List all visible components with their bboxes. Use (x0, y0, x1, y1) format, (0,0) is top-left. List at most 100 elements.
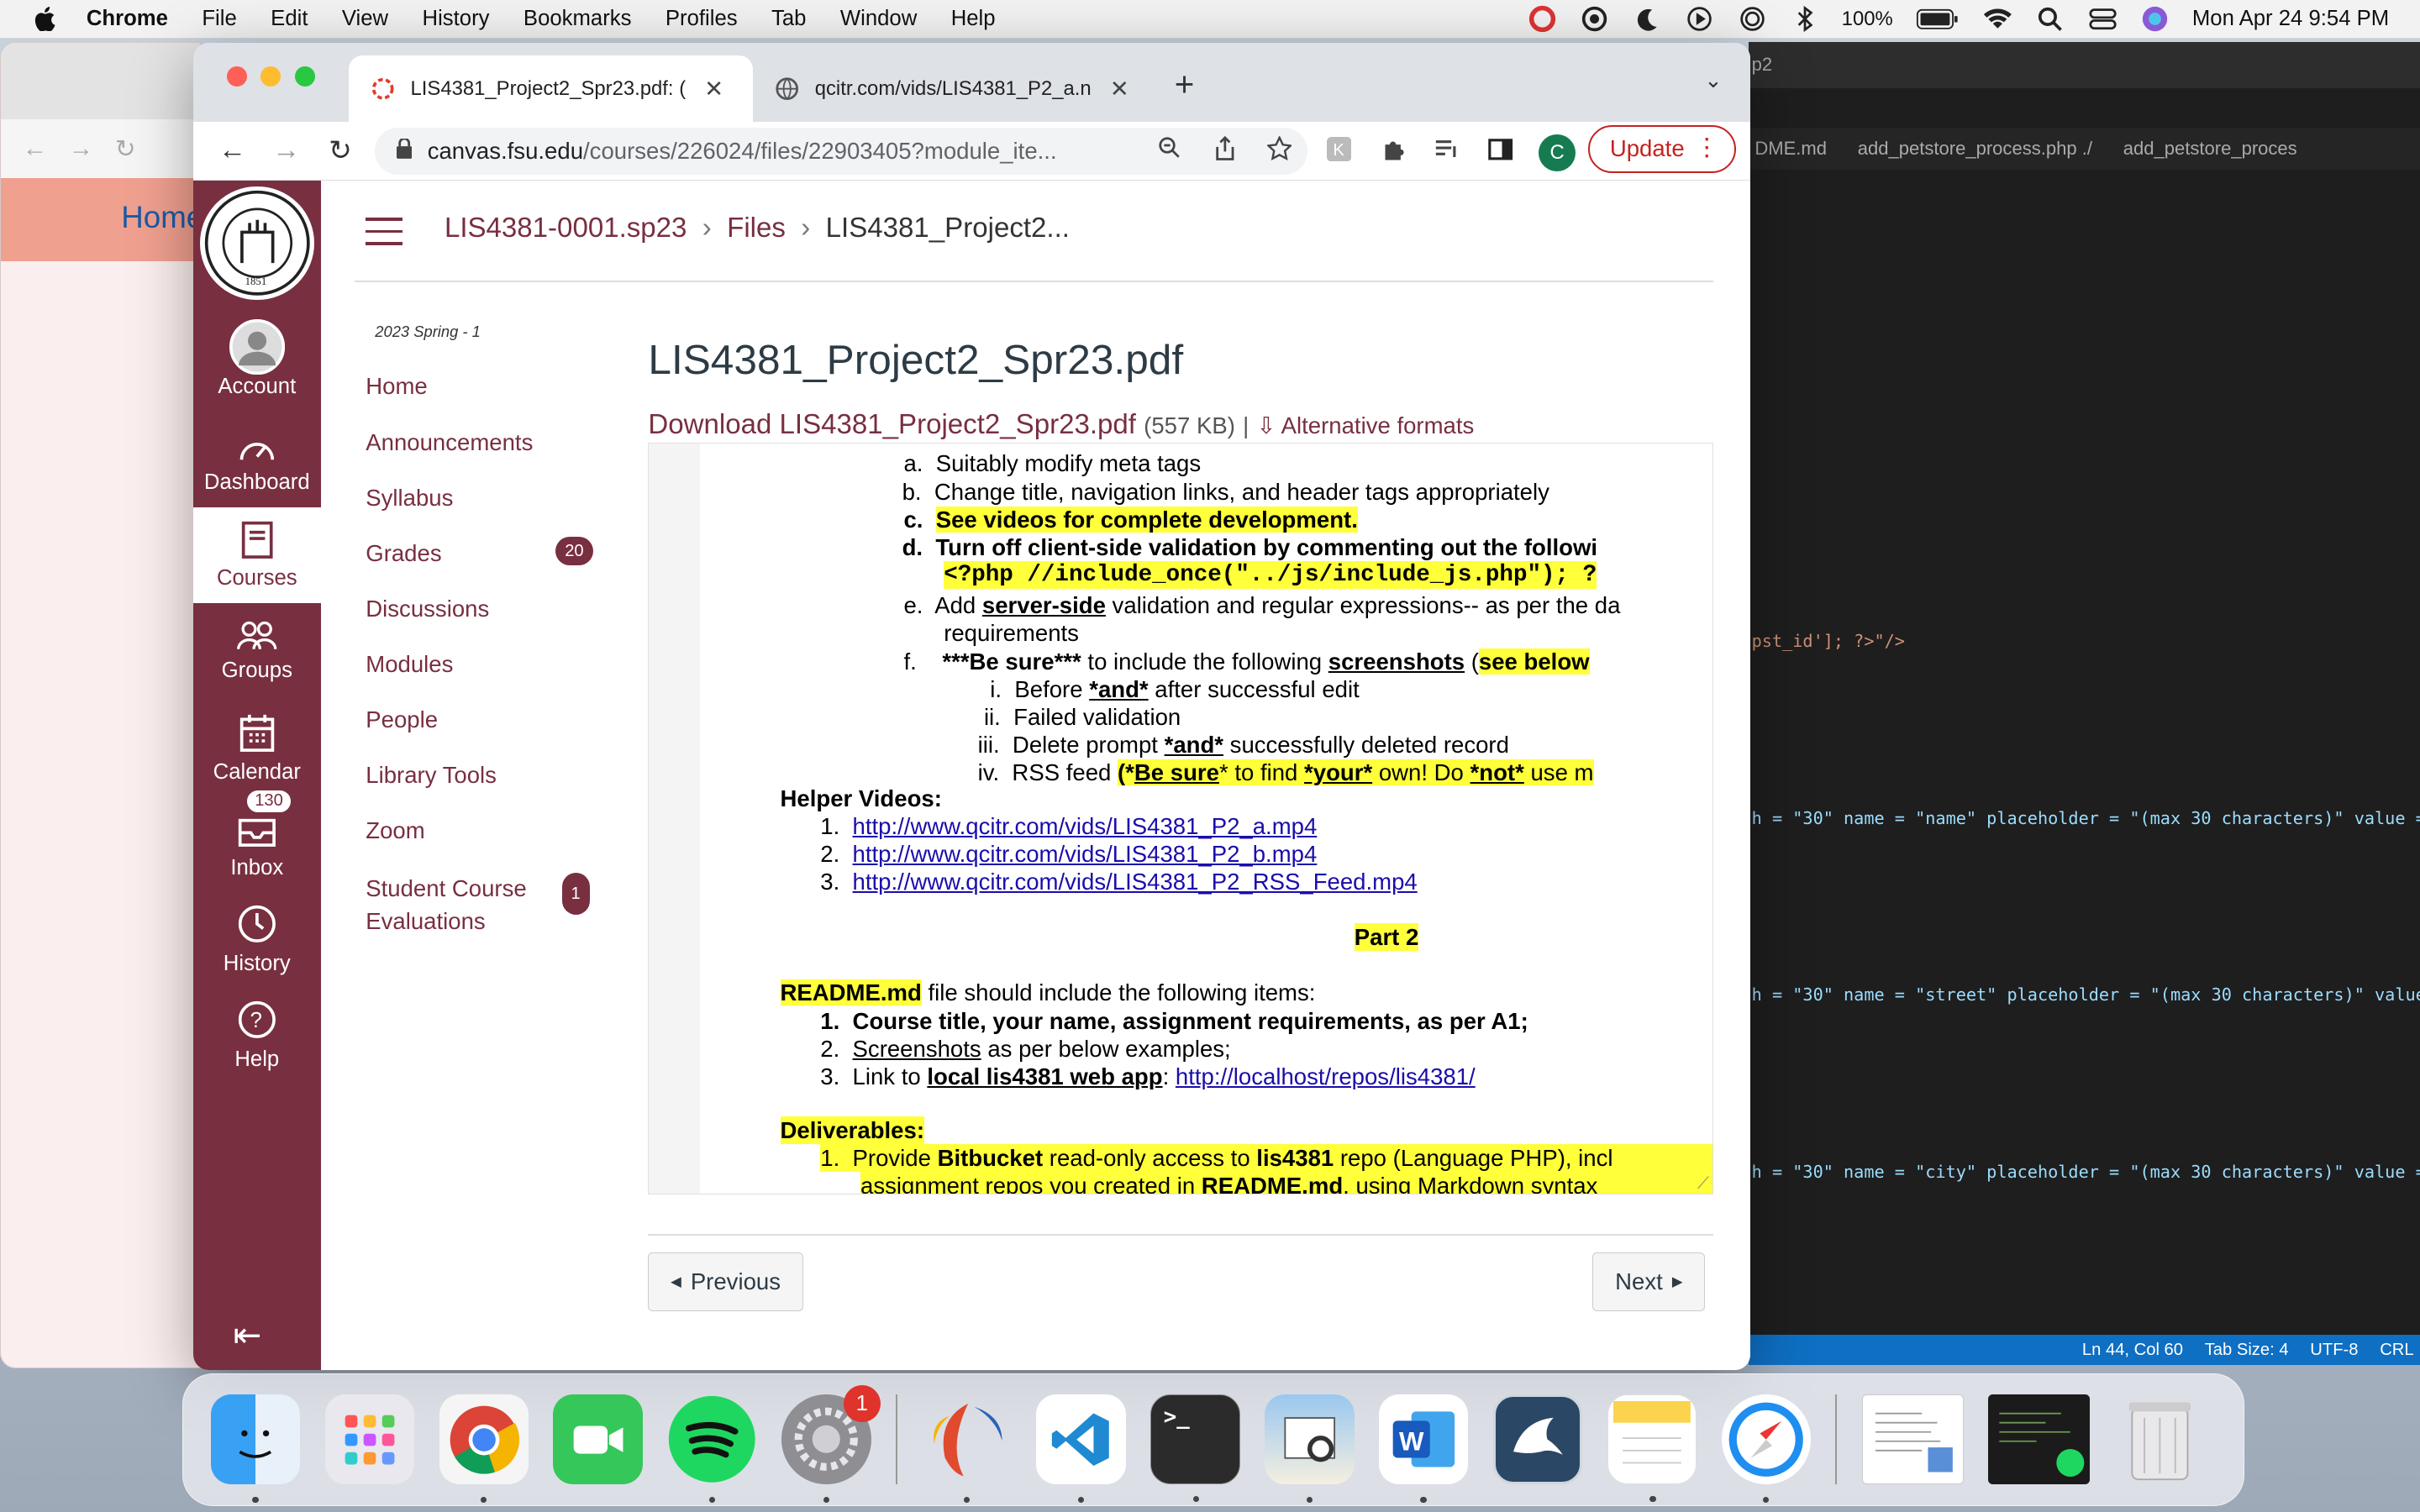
nav-inbox[interactable]: 130 Inbox (193, 788, 321, 880)
resize-handle-icon[interactable]: ⟋ (1697, 1174, 1709, 1194)
editor-tab-readme[interactable]: DME.md (1754, 138, 1827, 160)
course-nav-announcements[interactable]: Announcements (366, 429, 613, 485)
video-link-b[interactable]: http://www.qcitr.com/vids/LIS4381_P2_b.m… (853, 841, 1318, 867)
terminal-icon[interactable]: >_ (1150, 1394, 1240, 1502)
profile-avatar[interactable]: C (1539, 134, 1576, 171)
menu-profiles[interactable]: Profiles (666, 7, 738, 31)
background-home-link[interactable]: Home (1, 178, 200, 262)
bookmark-star-icon[interactable] (1265, 134, 1293, 166)
menu-clock[interactable]: Mon Apr 24 9:54 PM (2192, 7, 2389, 31)
forward-arrow-icon[interactable]: → (260, 134, 313, 166)
menu-window[interactable]: Window (840, 7, 917, 31)
battery-icon[interactable] (1914, 5, 1960, 33)
swirl-app-icon[interactable] (922, 1394, 1012, 1503)
finder-icon[interactable] (210, 1394, 301, 1503)
cursor-position[interactable]: Ln 44, Col 60 (2082, 1341, 2183, 1360)
collapse-nav-icon[interactable]: ⇤ (233, 1315, 261, 1355)
bluetooth-icon[interactable] (1789, 5, 1820, 33)
nav-courses[interactable]: Courses (192, 507, 322, 604)
nav-calendar[interactable]: Calendar (193, 705, 321, 785)
notes-icon[interactable] (1607, 1394, 1697, 1502)
play-icon[interactable] (1684, 5, 1715, 33)
course-nav-library-tools[interactable]: Library Tools (366, 762, 613, 817)
pdf-viewer[interactable]: a. Suitably modify meta tags b. Change t… (648, 443, 1713, 1194)
editor-tab-add-petstore-process-2[interactable]: add_petstore_proces (2123, 138, 2297, 160)
zoom-icon[interactable] (1158, 136, 1181, 165)
launchpad-icon[interactable] (324, 1394, 415, 1484)
wifi-icon[interactable] (1982, 5, 2013, 33)
minimized-editor-thumbnail[interactable] (1988, 1394, 2091, 1484)
video-link-a[interactable]: http://www.qcitr.com/vids/LIS4381_P2_a.m… (853, 813, 1318, 839)
menu-bookmarks[interactable]: Bookmarks (523, 7, 632, 31)
menu-help[interactable]: Help (951, 7, 996, 31)
mysql-workbench-icon[interactable] (1492, 1394, 1583, 1484)
tab-pdf[interactable]: LIS4381_Project2_Spr23.pdf: ( ✕ (349, 55, 754, 123)
nav-account[interactable]: Account (193, 319, 321, 399)
line-endings[interactable]: CRL (2380, 1341, 2413, 1360)
zoom-window-button[interactable] (294, 66, 315, 87)
side-panel-icon[interactable] (1485, 139, 1518, 167)
word-icon[interactable]: W (1378, 1394, 1469, 1503)
preview-icon[interactable] (1264, 1394, 1355, 1503)
vscode-icon[interactable] (1036, 1394, 1126, 1503)
menu-view[interactable]: View (342, 7, 388, 31)
menu-app-name[interactable]: Chrome (87, 7, 168, 31)
media-queue-icon[interactable] (1431, 139, 1464, 167)
course-nav-evaluations[interactable]: Student Course Evaluations 1 (366, 873, 590, 934)
facetime-icon[interactable] (553, 1394, 643, 1484)
course-nav-syllabus[interactable]: Syllabus (366, 485, 613, 540)
search-icon[interactable] (2035, 5, 2066, 33)
update-button[interactable]: Update ⋮ (1587, 124, 1737, 173)
breadcrumb-files[interactable]: Files (727, 213, 786, 244)
share-icon[interactable] (1214, 135, 1236, 166)
nav-dashboard[interactable]: Dashboard (193, 428, 321, 495)
menu-file[interactable]: File (202, 7, 236, 31)
siri-icon[interactable] (2139, 5, 2170, 33)
previous-button[interactable]: ◀ Previous (648, 1252, 803, 1312)
course-nav-people[interactable]: People (366, 706, 613, 762)
course-nav-discussions[interactable]: Discussions (366, 596, 613, 651)
nav-help[interactable]: ? Help (193, 992, 321, 1072)
nav-history[interactable]: History (193, 896, 321, 976)
status-app-icon[interactable] (1527, 5, 1558, 33)
extensions-puzzle-icon[interactable] (1376, 137, 1409, 168)
close-tab-icon[interactable]: ✕ (704, 76, 723, 102)
course-nav-grades[interactable]: Grades 20 (366, 537, 613, 596)
minimized-document-thumbnail[interactable] (1861, 1394, 1964, 1484)
minimize-window-button[interactable] (260, 66, 281, 87)
encoding[interactable]: UTF-8 (2310, 1341, 2358, 1360)
chrome-icon[interactable] (439, 1394, 529, 1503)
kebab-menu-icon[interactable]: ⋮ (1695, 133, 1719, 162)
download-link[interactable]: Download LIS4381_Project2_Spr23.pdf (648, 409, 1136, 440)
system-settings-icon[interactable]: 1 (781, 1385, 881, 1503)
fsu-seal-logo[interactable]: 1851 (197, 183, 317, 302)
control-center-icon[interactable] (2087, 5, 2118, 33)
nav-groups[interactable]: Groups (193, 612, 321, 683)
reload-icon[interactable]: ↻ (313, 134, 367, 167)
hamburger-menu-icon[interactable] (366, 217, 403, 255)
apple-icon[interactable] (31, 6, 59, 32)
course-nav-modules[interactable]: Modules (366, 651, 613, 706)
course-nav-home[interactable]: Home (366, 373, 613, 428)
airdrop-icon[interactable] (1737, 5, 1768, 33)
editor-tab-add-petstore-process[interactable]: add_petstore_process.php ./ (1858, 138, 2092, 160)
moon-icon[interactable] (1632, 5, 1663, 33)
close-window-button[interactable] (226, 66, 247, 87)
video-link-rss[interactable]: http://www.qcitr.com/vids/LIS4381_P2_RSS… (853, 869, 1418, 895)
spotify-icon[interactable] (667, 1394, 757, 1503)
course-nav-zoom[interactable]: Zoom (366, 817, 613, 873)
breadcrumb-course[interactable]: LIS4381-0001.sp23 (445, 213, 687, 244)
trash-icon[interactable] (2115, 1394, 2205, 1484)
menu-history[interactable]: History (423, 7, 490, 31)
menu-edit[interactable]: Edit (271, 7, 308, 31)
tab-search-chevron-icon[interactable]: ⌄ (1704, 68, 1723, 93)
safari-icon[interactable] (1721, 1394, 1812, 1503)
alternative-formats-link[interactable]: ⇩ Alternative formats (1256, 412, 1474, 438)
address-bar[interactable]: canvas.fsu.edu/courses/226024/files/2290… (375, 128, 1307, 175)
tab-size[interactable]: Tab Size: 4 (2205, 1341, 2289, 1360)
back-arrow-icon[interactable]: ← (205, 134, 259, 166)
menu-tab[interactable]: Tab (771, 7, 806, 31)
close-tab-icon[interactable]: ✕ (1110, 76, 1129, 102)
new-tab-plus-icon[interactable]: + (1175, 65, 1195, 104)
tab-video[interactable]: qcitr.com/vids/LIS4381_P2_a.n ✕ (753, 55, 1157, 122)
